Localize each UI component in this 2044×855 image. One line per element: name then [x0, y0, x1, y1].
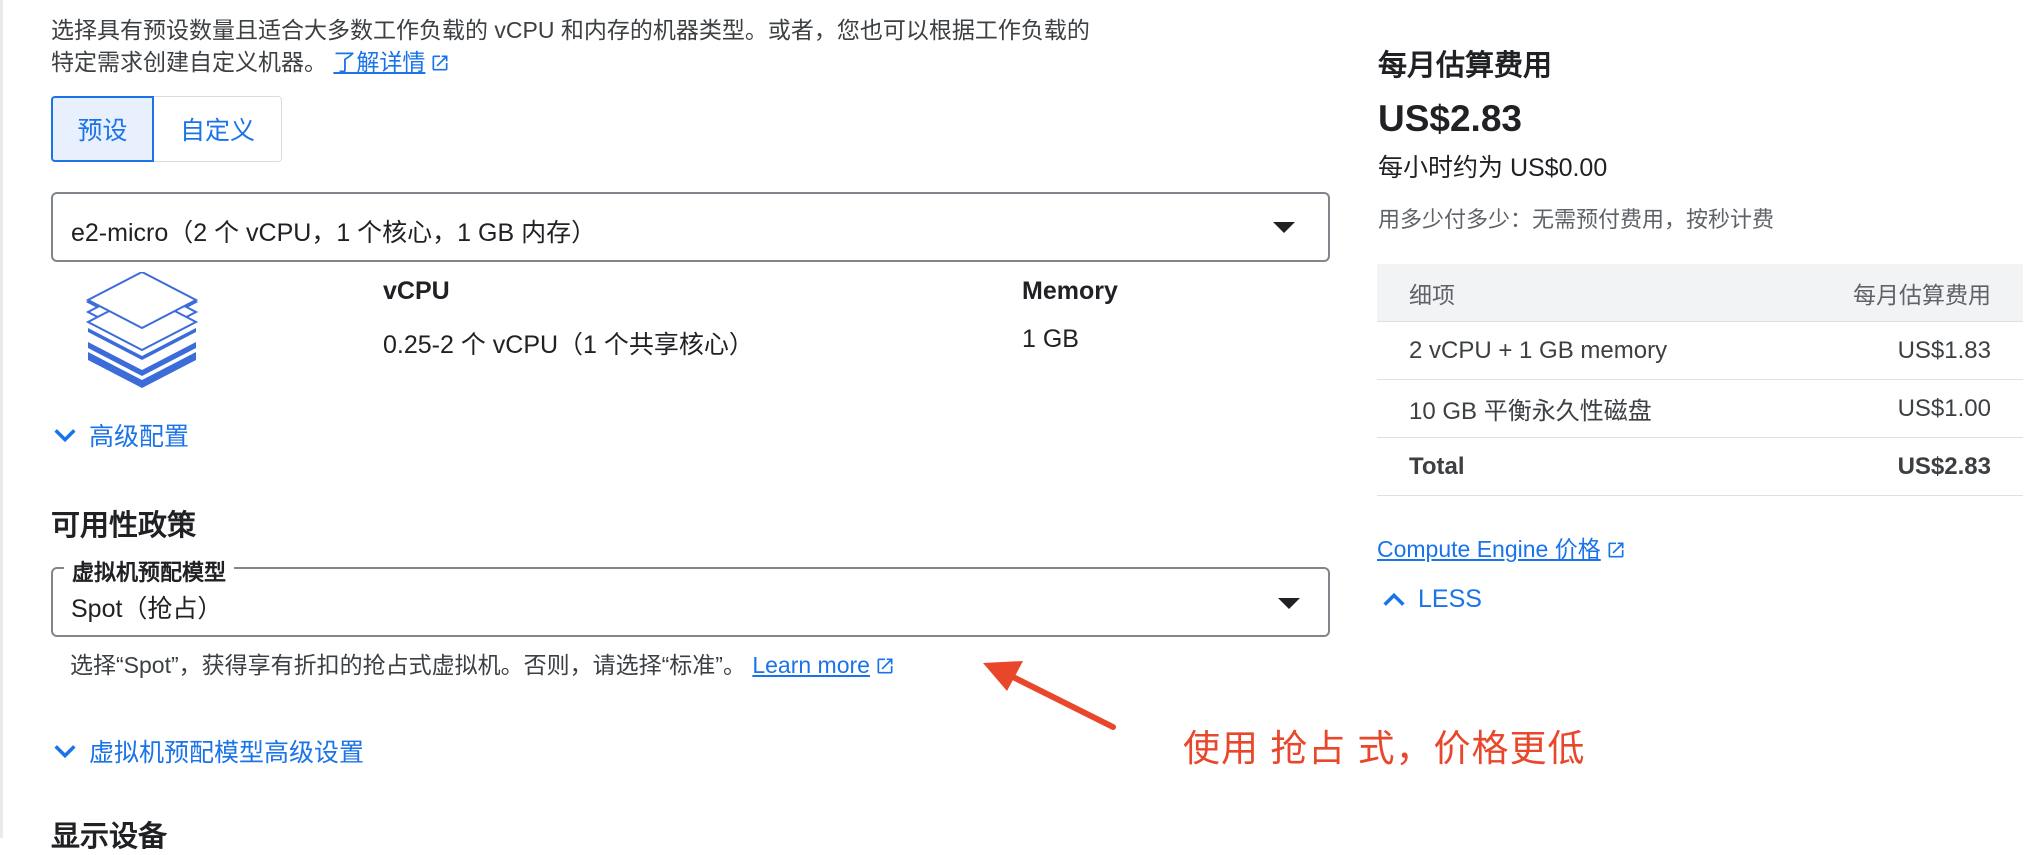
availability-policy-heading: 可用性政策 [51, 510, 197, 542]
learn-more-link[interactable]: 了解详情 [333, 49, 450, 75]
table-row: 10 GB 平衡永久性磁盘 US$1.00 [1377, 379, 2023, 438]
hint-text: 选择“Spot”，获得享有折扣的抢占式虚拟机。否则，请选择“标准”。 [70, 652, 746, 678]
provisioning-advanced-toggle[interactable]: 虚拟机预配模型高级设置 [51, 733, 364, 769]
less-label: LESS [1418, 585, 1482, 613]
machine-stack-icon [85, 272, 199, 388]
column-header: 细项 [1377, 264, 1774, 322]
item-cell: 10 GB 平衡永久性磁盘 [1377, 379, 1774, 438]
learn-more-link[interactable]: Learn more [752, 652, 895, 678]
monthly-cost: US$2.83 [1378, 98, 1522, 139]
advanced-config-toggle[interactable]: 高级配置 [51, 417, 189, 453]
table-header-row: 细项 每月估算费用 [1377, 264, 2023, 322]
column-header: 每月估算费用 [1774, 264, 2023, 322]
cost-breakdown-table: 细项 每月估算费用 2 vCPU + 1 GB memory US$1.83 1… [1377, 264, 2023, 496]
annotation-text: 使用 抢占 式，价格更低 [1183, 728, 1586, 769]
provisioning-model-select[interactable]: Spot（抢占） [51, 567, 1330, 637]
chevron-down-icon [54, 745, 76, 759]
provisioning-advanced-label: 虚拟机预配模型高级设置 [89, 739, 365, 767]
chevron-up-icon [1383, 592, 1405, 606]
machine-type-value: e2-micro（2 个 vCPU，1 个核心，1 GB 内存） [71, 219, 597, 247]
dropdown-arrow-icon [1278, 598, 1300, 609]
learn-more-label: 了解详情 [333, 49, 426, 75]
machine-type-description: 选择具有预设数量且适合大多数工作负载的 vCPU 和内存的机器类型。或者，您也可… [51, 14, 1111, 78]
cost-title: 每月估算费用 [1378, 50, 1553, 82]
external-link-icon [1608, 542, 1624, 558]
cost-cell: US$1.83 [1774, 321, 2023, 380]
compute-engine-pricing-link[interactable]: Compute Engine 价格 [1377, 530, 1626, 564]
provisioning-model-label: 虚拟机预配模型 [64, 555, 235, 587]
cost-cell: US$1.00 [1774, 379, 2023, 438]
preset-button[interactable]: 预设 [51, 96, 154, 162]
total-value: US$2.83 [1774, 437, 2023, 496]
left-border [0, 0, 3, 838]
vcpu-label: vCPU [383, 277, 450, 305]
external-link-icon [432, 55, 448, 71]
total-label: Total [1377, 437, 1774, 496]
custom-button[interactable]: 自定义 [154, 96, 282, 162]
item-cell: 2 vCPU + 1 GB memory [1377, 321, 1774, 380]
chevron-down-icon [54, 429, 76, 443]
learn-more-label: Learn more [752, 652, 870, 678]
hourly-cost: 每小时约为 US$0.00 [1378, 154, 1608, 182]
less-toggle[interactable]: LESS [1380, 585, 1482, 614]
annotation-arrow-icon [983, 661, 1116, 730]
memory-value: 1 GB [1022, 325, 1079, 353]
description-text: 选择具有预设数量且适合大多数工作负载的 vCPU 和内存的机器类型。或者，您也可… [51, 17, 1090, 75]
total-row: Total US$2.83 [1377, 437, 2023, 496]
provisioning-model-hint: 选择“Spot”，获得享有折扣的抢占式虚拟机。否则，请选择“标准”。 Learn… [70, 646, 895, 680]
table-row: 2 vCPU + 1 GB memory US$1.83 [1377, 321, 2023, 380]
external-link-icon [877, 658, 893, 674]
billing-note: 用多少付多少：无需预付费用，按秒计费 [1378, 207, 1775, 232]
vcpu-value: 0.25-2 个 vCPU（1 个共享核心） [383, 331, 754, 359]
machine-type-toggle: 预设 自定义 [51, 96, 282, 162]
dropdown-arrow-icon [1273, 222, 1295, 233]
memory-label: Memory [1022, 277, 1118, 305]
advanced-config-label: 高级配置 [89, 423, 190, 451]
provisioning-model-value: Spot（抢占） [71, 595, 223, 623]
machine-type-select[interactable]: e2-micro（2 个 vCPU，1 个核心，1 GB 内存） [51, 192, 1330, 262]
pricing-link-label: Compute Engine 价格 [1377, 536, 1601, 562]
display-device-heading: 显示设备 [51, 821, 168, 853]
